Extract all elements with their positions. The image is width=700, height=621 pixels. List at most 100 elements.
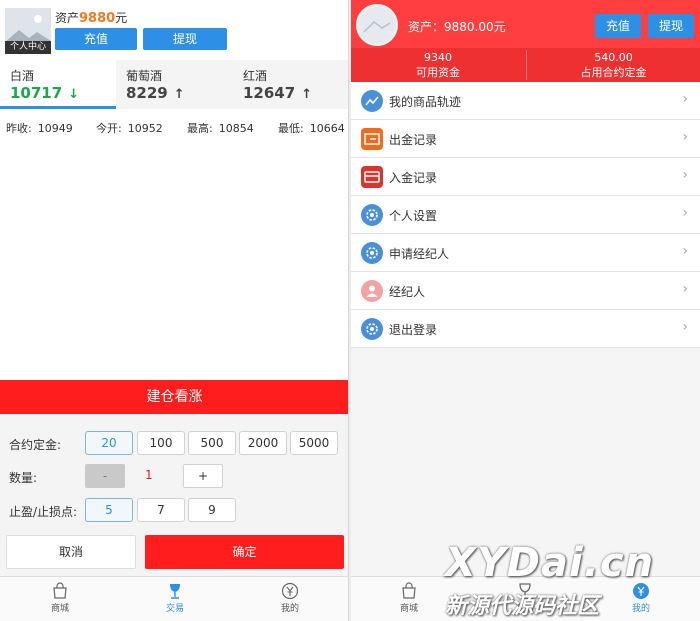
gear-icon: [361, 318, 383, 340]
nav-label: 我的: [280, 604, 299, 614]
chevron-right-icon: ›: [682, 281, 688, 297]
quantity-minus-button[interactable]: -: [85, 464, 125, 488]
trade-screen: 个人中心 资产9880元 充值 提现 白酒 10717 ↓ 葡萄酒 8229 ↑ 红…: [0, 0, 349, 621]
tab-price: 10717 ↓: [10, 84, 79, 102]
sltp-option[interactable]: 9: [188, 498, 236, 522]
withdraw-button[interactable]: 提现: [648, 14, 694, 38]
quantity-value: 1: [145, 468, 153, 482]
nav-label: 商城: [50, 604, 69, 614]
menu-label: 入金记录: [389, 171, 438, 185]
arrow-up-icon: ↑: [301, 87, 313, 102]
chevron-right-icon: ›: [682, 91, 688, 107]
app-root: 个人中心 资产9880元 充值 提现 白酒 10717 ↓ 葡萄酒 8229 ↑ 红…: [0, 0, 700, 621]
menu-label: 申请经纪人: [389, 247, 450, 261]
tab-price: 12647 ↑: [243, 84, 312, 102]
confirm-button[interactable]: 确定: [145, 535, 344, 569]
tab-baijiu[interactable]: 白酒 10717 ↓: [0, 60, 116, 109]
bottom-nav: 商城 交易 我的: [351, 576, 700, 621]
recharge-button[interactable]: 充值: [55, 28, 137, 50]
asset-prefix: 资产: [55, 11, 80, 25]
tab-name: 白酒: [10, 69, 35, 83]
nav-label: 我的: [631, 604, 650, 614]
stat-prev-close: 昨收: 10949: [6, 122, 73, 135]
nav-trade[interactable]: 交易: [125, 582, 225, 620]
menu-label: 个人设置: [389, 209, 438, 223]
chevron-right-icon: ›: [682, 167, 688, 183]
stat-low: 最低: 10664: [278, 122, 345, 135]
menu-item-broker[interactable]: 经纪人 ›: [351, 272, 700, 310]
asset-unit: 元: [115, 11, 128, 25]
available-value: 9340: [424, 51, 452, 64]
recharge-button[interactable]: 充值: [595, 14, 641, 38]
wine-glass-icon: [170, 584, 180, 599]
profile-menu: 我的商品轨迹 › 出金记录 › 入金记录 › 个人设置 › 申请经纪人 › 经纪…: [351, 82, 700, 348]
asset-value: 9880: [79, 11, 116, 26]
margin-label: 占用合约定金: [580, 66, 647, 79]
arrow-up-icon: ↑: [173, 87, 185, 102]
tab-price: 8229 ↑: [126, 84, 185, 102]
asset-text: 资产：9880.00元: [408, 20, 506, 34]
sltp-label: 止盈/止损点:: [9, 505, 78, 519]
chevron-right-icon: ›: [682, 319, 688, 335]
margin-funds: 540.00 占用合约定金: [526, 50, 700, 80]
profile-header: 资产：9880.00元 充值 提现: [351, 0, 700, 48]
deposit-option[interactable]: 2000: [239, 431, 287, 455]
menu-label: 出金记录: [389, 133, 438, 147]
deposit-option[interactable]: 100: [137, 431, 185, 455]
chevron-right-icon: ›: [682, 205, 688, 221]
quantity-plus-button[interactable]: +: [183, 464, 223, 488]
available-label: 可用资金: [416, 66, 460, 79]
withdraw-button[interactable]: 提现: [143, 28, 227, 50]
market-stats: 昨收: 10949 今开: 10952 最高: 10854 最低: 10664: [0, 109, 348, 380]
deposit-option[interactable]: 20: [85, 431, 133, 455]
avatar[interactable]: 个人中心: [5, 8, 51, 54]
sltp-option[interactable]: 5: [85, 498, 133, 522]
wallet-out-icon: [361, 128, 383, 150]
card-icon: [361, 166, 383, 188]
chart-icon: [361, 90, 383, 112]
buy-up-button[interactable]: 建仓看涨: [0, 380, 348, 414]
tab-name: 葡萄酒: [126, 69, 163, 83]
tab-name: 红酒: [243, 69, 268, 83]
asset-text: 资产9880元: [55, 9, 127, 26]
profile-screen: 资产：9880.00元 充值 提现 9340 可用资金 540.00 占用合约定…: [351, 0, 700, 621]
yen-circle-icon: [633, 583, 649, 599]
quantity-label: 数量:: [9, 471, 38, 485]
stat-open: 今开: 10952: [96, 122, 163, 135]
menu-item-logout[interactable]: 退出登录 ›: [351, 310, 700, 348]
order-form: 合约定金: 20 100 500 2000 5000 数量: - 1 + 止盈/…: [0, 414, 348, 576]
nav-trade[interactable]: 交易: [475, 582, 575, 620]
menu-item-withdraw-records[interactable]: 出金记录 ›: [351, 120, 700, 158]
menu-item-product-track[interactable]: 我的商品轨迹 ›: [351, 82, 700, 120]
user-icon: [361, 280, 383, 302]
tab-putaojiu[interactable]: 葡萄酒 8229 ↑: [116, 60, 232, 109]
price-value: 8229: [126, 84, 168, 102]
deposit-option[interactable]: 500: [188, 431, 236, 455]
shopping-bag-icon: [53, 582, 67, 599]
nav-mine[interactable]: 我的: [240, 582, 340, 620]
menu-label: 退出登录: [389, 323, 438, 337]
nav-label: 交易: [515, 604, 534, 614]
sltp-option[interactable]: 7: [137, 498, 185, 522]
menu-label: 经纪人: [389, 285, 426, 299]
menu-item-deposit-records[interactable]: 入金记录 ›: [351, 158, 700, 196]
nav-mall[interactable]: 商城: [10, 582, 110, 620]
chevron-right-icon: ›: [682, 243, 688, 259]
available-funds: 9340 可用资金: [351, 50, 525, 80]
funds-summary: 9340 可用资金 540.00 占用合约定金: [351, 48, 700, 82]
margin-value: 540.00: [594, 51, 633, 64]
bottom-nav: 商城 交易 我的: [0, 576, 348, 621]
cancel-button[interactable]: 取消: [6, 535, 136, 569]
avatar-caption: 个人中心: [5, 41, 51, 54]
nav-mall[interactable]: 商城: [359, 582, 459, 620]
logo-placeholder-icon: [358, 6, 396, 44]
deposit-option[interactable]: 5000: [290, 431, 338, 455]
avatar[interactable]: [356, 4, 398, 46]
menu-item-apply-broker[interactable]: 申请经纪人 ›: [351, 234, 700, 272]
tab-hongjiu[interactable]: 红酒 12647 ↑: [233, 60, 348, 109]
nav-label: 交易: [165, 604, 184, 614]
nav-mine[interactable]: 我的: [591, 582, 691, 620]
user-header: 个人中心 资产9880元 充值 提现: [0, 0, 348, 60]
menu-item-personal-settings[interactable]: 个人设置 ›: [351, 196, 700, 234]
deposit-label: 合约定金:: [9, 438, 62, 452]
